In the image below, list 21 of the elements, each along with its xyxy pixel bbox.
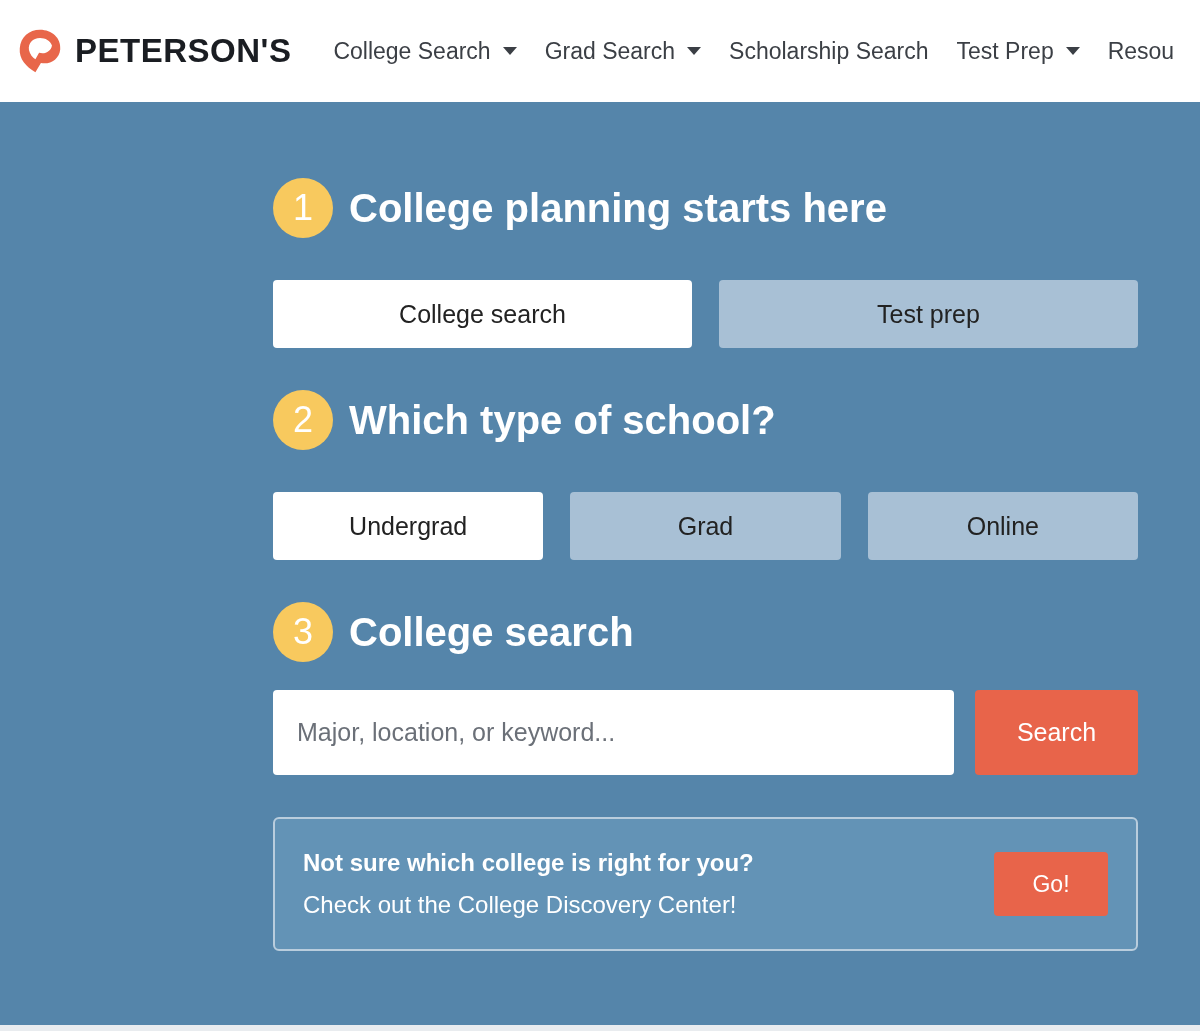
nav-link[interactable]: Grad Search [544, 33, 702, 69]
option-button[interactable]: College search [273, 280, 692, 348]
promo-text: Check out the College Discovery Center! [303, 891, 738, 919]
option-button[interactable]: Undergrad [273, 492, 544, 560]
nav-link[interactable]: College Search [333, 33, 517, 69]
option-button[interactable]: Test prep [719, 280, 1138, 348]
step-number-badge: 3 [273, 602, 333, 662]
step-title: Which type of school? [349, 397, 776, 443]
promo-title: Not sure which college is right for you? [303, 849, 754, 877]
step-number-badge: 2 [273, 390, 333, 450]
search-field[interactable]: Major, location, or keyword... [273, 690, 954, 775]
nav-link[interactable]: Scholarship Search [729, 33, 929, 69]
logo-text[interactable]: PETERSON'S [75, 32, 292, 70]
logo-icon[interactable] [17, 27, 63, 75]
nav-link[interactable]: Test Prep [956, 33, 1080, 69]
option-button[interactable]: Grad [570, 492, 841, 560]
step-title: College planning starts here [349, 185, 887, 231]
option-button[interactable]: Online [867, 492, 1138, 560]
step-title: College search [349, 609, 634, 655]
step-number-badge: 1 [273, 178, 333, 238]
nav-link[interactable]: Resou [1107, 33, 1175, 69]
